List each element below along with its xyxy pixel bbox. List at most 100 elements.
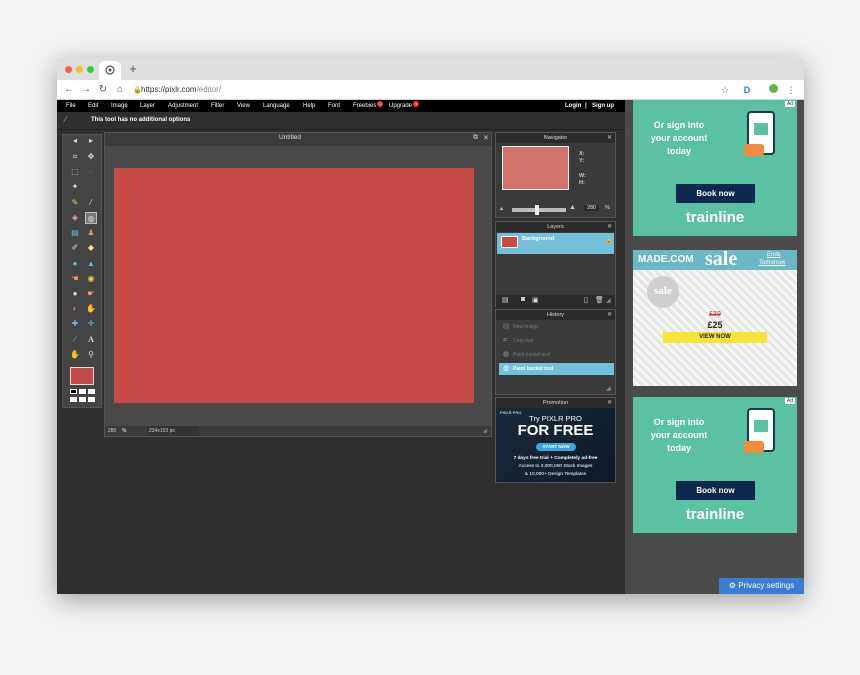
- swatch-white-2-icon[interactable]: [70, 397, 77, 402]
- history-item-active[interactable]: ◍ Paint bucket tool: [499, 363, 614, 375]
- layer-mask-icon[interactable]: ◙: [521, 296, 525, 303]
- canvas-area[interactable]: [105, 146, 491, 426]
- document-titlebar[interactable]: Untitled ⧉ ✕: [105, 133, 491, 146]
- home-icon[interactable]: ⌂: [114, 83, 126, 97]
- marquee-tool-icon[interactable]: ⬚: [69, 166, 81, 178]
- back-icon[interactable]: ←: [63, 83, 75, 97]
- zoom-out-icon[interactable]: ▴: [500, 205, 503, 212]
- smudge-tool-icon[interactable]: ☚: [69, 273, 81, 285]
- history-resize-grip-icon[interactable]: ◢: [606, 385, 611, 392]
- new-tab-button[interactable]: +: [127, 62, 139, 76]
- resize-grip-icon[interactable]: ◢: [483, 426, 487, 436]
- dodge-tool-icon[interactable]: ●: [69, 288, 81, 300]
- privacy-settings-button[interactable]: ⚙ Privacy settings: [719, 578, 804, 594]
- promotion-close-icon[interactable]: ✕: [607, 398, 612, 408]
- red-eye-tool-icon[interactable]: ◐: [69, 303, 81, 315]
- restore-window-icon[interactable]: ⧉: [473, 134, 478, 142]
- made-view-now-button[interactable]: VIEW NOW: [663, 332, 767, 343]
- toolbox-collapse-right-icon[interactable]: ▸: [85, 135, 97, 147]
- foreground-color-swatch[interactable]: [70, 367, 94, 385]
- close-document-icon[interactable]: ✕: [483, 134, 489, 142]
- stamp-tool-icon[interactable]: ♟: [85, 227, 97, 239]
- swatch-white-4-icon[interactable]: [88, 397, 95, 402]
- menu-freebies[interactable]: Freebies 1: [353, 100, 384, 112]
- duplicate-layer-icon[interactable]: ▯: [584, 296, 588, 304]
- type-tool-icon[interactable]: A: [85, 334, 97, 346]
- forward-icon[interactable]: →: [80, 83, 92, 97]
- swatch-white-icon[interactable]: [88, 389, 95, 394]
- zoom-tool-icon[interactable]: ⚲: [85, 349, 97, 361]
- swatch-white-3-icon[interactable]: [79, 397, 86, 402]
- reload-icon[interactable]: ↻: [97, 83, 109, 97]
- menu-image[interactable]: Image: [111, 100, 128, 112]
- gradient-tool-icon[interactable]: ▤: [69, 227, 81, 239]
- extension-d-icon[interactable]: D: [741, 83, 753, 97]
- history-item[interactable]: ▤ New image: [499, 321, 614, 333]
- menu-edit[interactable]: Edit: [88, 100, 98, 112]
- paint-bucket-tool-icon[interactable]: ◍: [85, 212, 97, 224]
- navigator-zoom-value[interactable]: 280: [584, 205, 599, 211]
- navigator-thumbnail[interactable]: [502, 146, 569, 190]
- layer-row[interactable]: Background 🔒: [497, 233, 614, 254]
- menu-help[interactable]: Help: [303, 100, 315, 112]
- menu-file[interactable]: File: [66, 100, 76, 112]
- made-com-ad[interactable]: MADE.COM sale Ends Tomorrow sale £39 £25…: [633, 250, 797, 386]
- add-layer-icon[interactable]: ▣: [532, 296, 539, 304]
- url-input[interactable]: 🔒https://pixlr.com/editor/: [133, 83, 733, 97]
- menu-font[interactable]: Font: [328, 100, 340, 112]
- trainline-ad-top[interactable]: Ad Or sign into your account today Book …: [633, 100, 797, 236]
- close-window-button[interactable]: [65, 66, 72, 73]
- minimize-window-button[interactable]: [76, 66, 83, 73]
- spot-heal-tool-icon[interactable]: ✋: [85, 303, 97, 315]
- adchoice-label[interactable]: Ad: [784, 398, 795, 404]
- brush-tool-icon[interactable]: ⁄: [85, 197, 97, 209]
- blur-tool-icon[interactable]: ●: [69, 258, 81, 270]
- sharpen-tool-icon[interactable]: ▲: [85, 258, 97, 270]
- start-now-button[interactable]: START NOW: [536, 443, 576, 451]
- promotion-banner[interactable]: PIXLR PRO Try PIXLR PRO FOR FREE START N…: [496, 408, 615, 482]
- history-item[interactable]: ◍ Paint bucket tool: [499, 349, 614, 361]
- burn-tool-icon[interactable]: ☛: [85, 288, 97, 300]
- menu-filter[interactable]: Filter: [211, 100, 224, 112]
- history-item[interactable]: ⌗ Crop tool: [499, 335, 614, 347]
- zoom-in-icon[interactable]: ▲: [569, 204, 576, 211]
- navigator-zoom-slider[interactable]: [512, 205, 566, 215]
- profile-icon[interactable]: [767, 83, 779, 97]
- menu-view[interactable]: View: [237, 100, 250, 112]
- menu-upgrade[interactable]: Upgrade 1: [389, 100, 420, 112]
- color-picker-tool-icon[interactable]: ⁄: [69, 334, 81, 346]
- navigator-close-icon[interactable]: ✕: [607, 133, 612, 143]
- browser-tab[interactable]: [99, 61, 121, 80]
- history-close-icon[interactable]: ✕: [607, 310, 612, 320]
- menu-icon[interactable]: ⋮: [785, 83, 797, 97]
- login-link[interactable]: Login: [565, 100, 581, 112]
- layer-lock-icon[interactable]: 🔒: [605, 237, 612, 244]
- color-replace-tool-icon[interactable]: ✐: [69, 242, 81, 254]
- book-now-button[interactable]: Book now: [676, 481, 755, 500]
- menu-layer[interactable]: Layer: [140, 100, 155, 112]
- wand-tool-icon[interactable]: ✦: [69, 181, 81, 193]
- lasso-tool-icon[interactable]: ◌: [85, 166, 97, 178]
- bloat-tool-icon[interactable]: ✚: [69, 318, 81, 330]
- swap-colors-icon[interactable]: [79, 389, 86, 394]
- default-colors-icon[interactable]: [70, 389, 77, 394]
- image-canvas[interactable]: [114, 168, 474, 403]
- navigator-zoom-handle[interactable]: [535, 205, 539, 215]
- layers-resize-grip-icon[interactable]: ◢: [606, 297, 611, 304]
- trainline-ad-bottom[interactable]: Ad Or sign into your account today Book …: [633, 397, 797, 533]
- sponge-tool-icon[interactable]: ◉: [85, 273, 97, 285]
- layers-close-icon[interactable]: ✕: [607, 222, 612, 232]
- adchoice-label[interactable]: Ad: [784, 101, 795, 107]
- signup-link[interactable]: Sign up: [592, 100, 614, 112]
- document-zoom-value[interactable]: 280: [108, 426, 116, 436]
- layer-settings-icon[interactable]: ▤: [502, 296, 509, 304]
- pencil-tool-icon[interactable]: ✎: [69, 197, 81, 209]
- move-tool-icon[interactable]: ✥: [85, 151, 97, 163]
- maximize-window-button[interactable]: [87, 66, 94, 73]
- star-icon[interactable]: ☆: [719, 83, 731, 97]
- eraser-tool-icon[interactable]: ◈: [69, 212, 81, 224]
- delete-layer-icon[interactable]: 🗑: [595, 296, 604, 304]
- menu-adjustment[interactable]: Adjustment: [168, 100, 198, 112]
- menu-language[interactable]: Language: [263, 100, 290, 112]
- toolbox-collapse-left-icon[interactable]: ◂: [69, 135, 81, 147]
